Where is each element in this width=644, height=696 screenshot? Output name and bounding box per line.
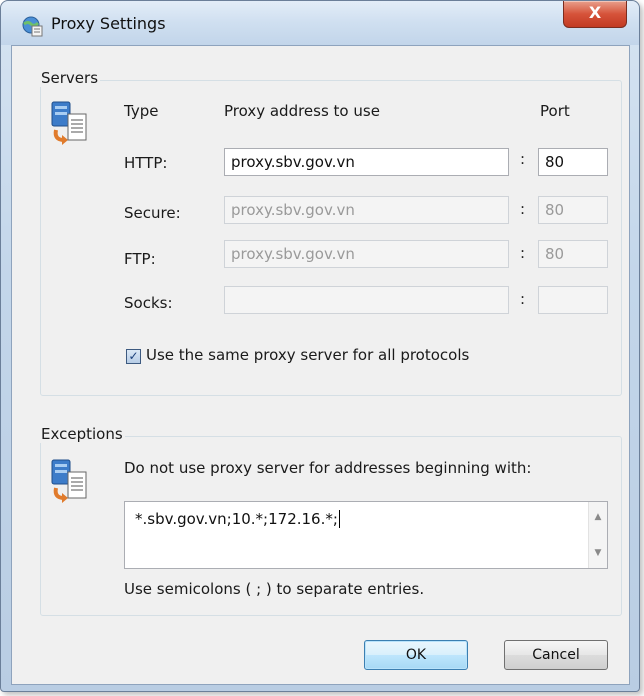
cancel-button[interactable]: Cancel bbox=[504, 640, 608, 670]
ftp-address-input[interactable]: proxy.sbv.gov.vn bbox=[224, 240, 509, 268]
same-proxy-checkbox[interactable]: ✓ bbox=[126, 349, 141, 364]
globe-network-icon bbox=[22, 16, 43, 37]
ftp-label: FTP: bbox=[124, 250, 156, 268]
exceptions-textarea[interactable]: *.sbv.gov.vn;10.*;172.16.*; ▲ ▼ bbox=[124, 501, 608, 569]
secure-colon: : bbox=[520, 200, 526, 218]
server-document-icon bbox=[51, 459, 87, 503]
http-address-input[interactable]: proxy.sbv.gov.vn bbox=[224, 148, 509, 176]
exceptions-value: *.sbv.gov.vn;10.*;172.16.*; bbox=[135, 510, 338, 528]
scroll-down-icon[interactable]: ▼ bbox=[589, 544, 607, 562]
exceptions-hint: Use semicolons ( ; ) to separate entries… bbox=[124, 580, 425, 598]
window-title: Proxy Settings bbox=[51, 14, 166, 33]
dialog-body: Servers Type Proxy address to use Port H… bbox=[11, 45, 630, 685]
ftp-colon: : bbox=[520, 244, 526, 262]
proxy-settings-dialog: Proxy Settings X Servers Type Proxy addr… bbox=[0, 0, 640, 692]
exceptions-group-title: Exceptions bbox=[39, 425, 125, 443]
same-proxy-label[interactable]: Use the same proxy server for all protoc… bbox=[146, 346, 469, 364]
exceptions-instruction: Do not use proxy server for addresses be… bbox=[124, 459, 532, 477]
title-bar: Proxy Settings X bbox=[1, 1, 639, 45]
ftp-port-input[interactable]: 80 bbox=[538, 240, 608, 268]
servers-group-title: Servers bbox=[39, 69, 101, 87]
secure-port-input[interactable]: 80 bbox=[538, 196, 608, 224]
exceptions-scrollbar[interactable]: ▲ ▼ bbox=[588, 502, 607, 568]
ok-button[interactable]: OK bbox=[364, 640, 468, 670]
socks-colon: : bbox=[520, 290, 526, 308]
server-document-icon bbox=[51, 101, 87, 145]
http-colon: : bbox=[520, 150, 526, 168]
socks-address-input[interactable] bbox=[224, 286, 509, 314]
socks-label: Socks: bbox=[124, 294, 173, 312]
secure-address-input[interactable]: proxy.sbv.gov.vn bbox=[224, 196, 509, 224]
socks-port-input[interactable] bbox=[538, 286, 608, 314]
http-label: HTTP: bbox=[124, 154, 168, 172]
close-button[interactable]: X bbox=[563, 1, 627, 28]
secure-label: Secure: bbox=[124, 204, 181, 222]
http-port-input[interactable]: 80 bbox=[538, 148, 608, 176]
address-header: Proxy address to use bbox=[224, 102, 380, 120]
port-header: Port bbox=[540, 102, 570, 120]
scroll-up-icon[interactable]: ▲ bbox=[589, 508, 607, 526]
type-header: Type bbox=[124, 102, 159, 120]
